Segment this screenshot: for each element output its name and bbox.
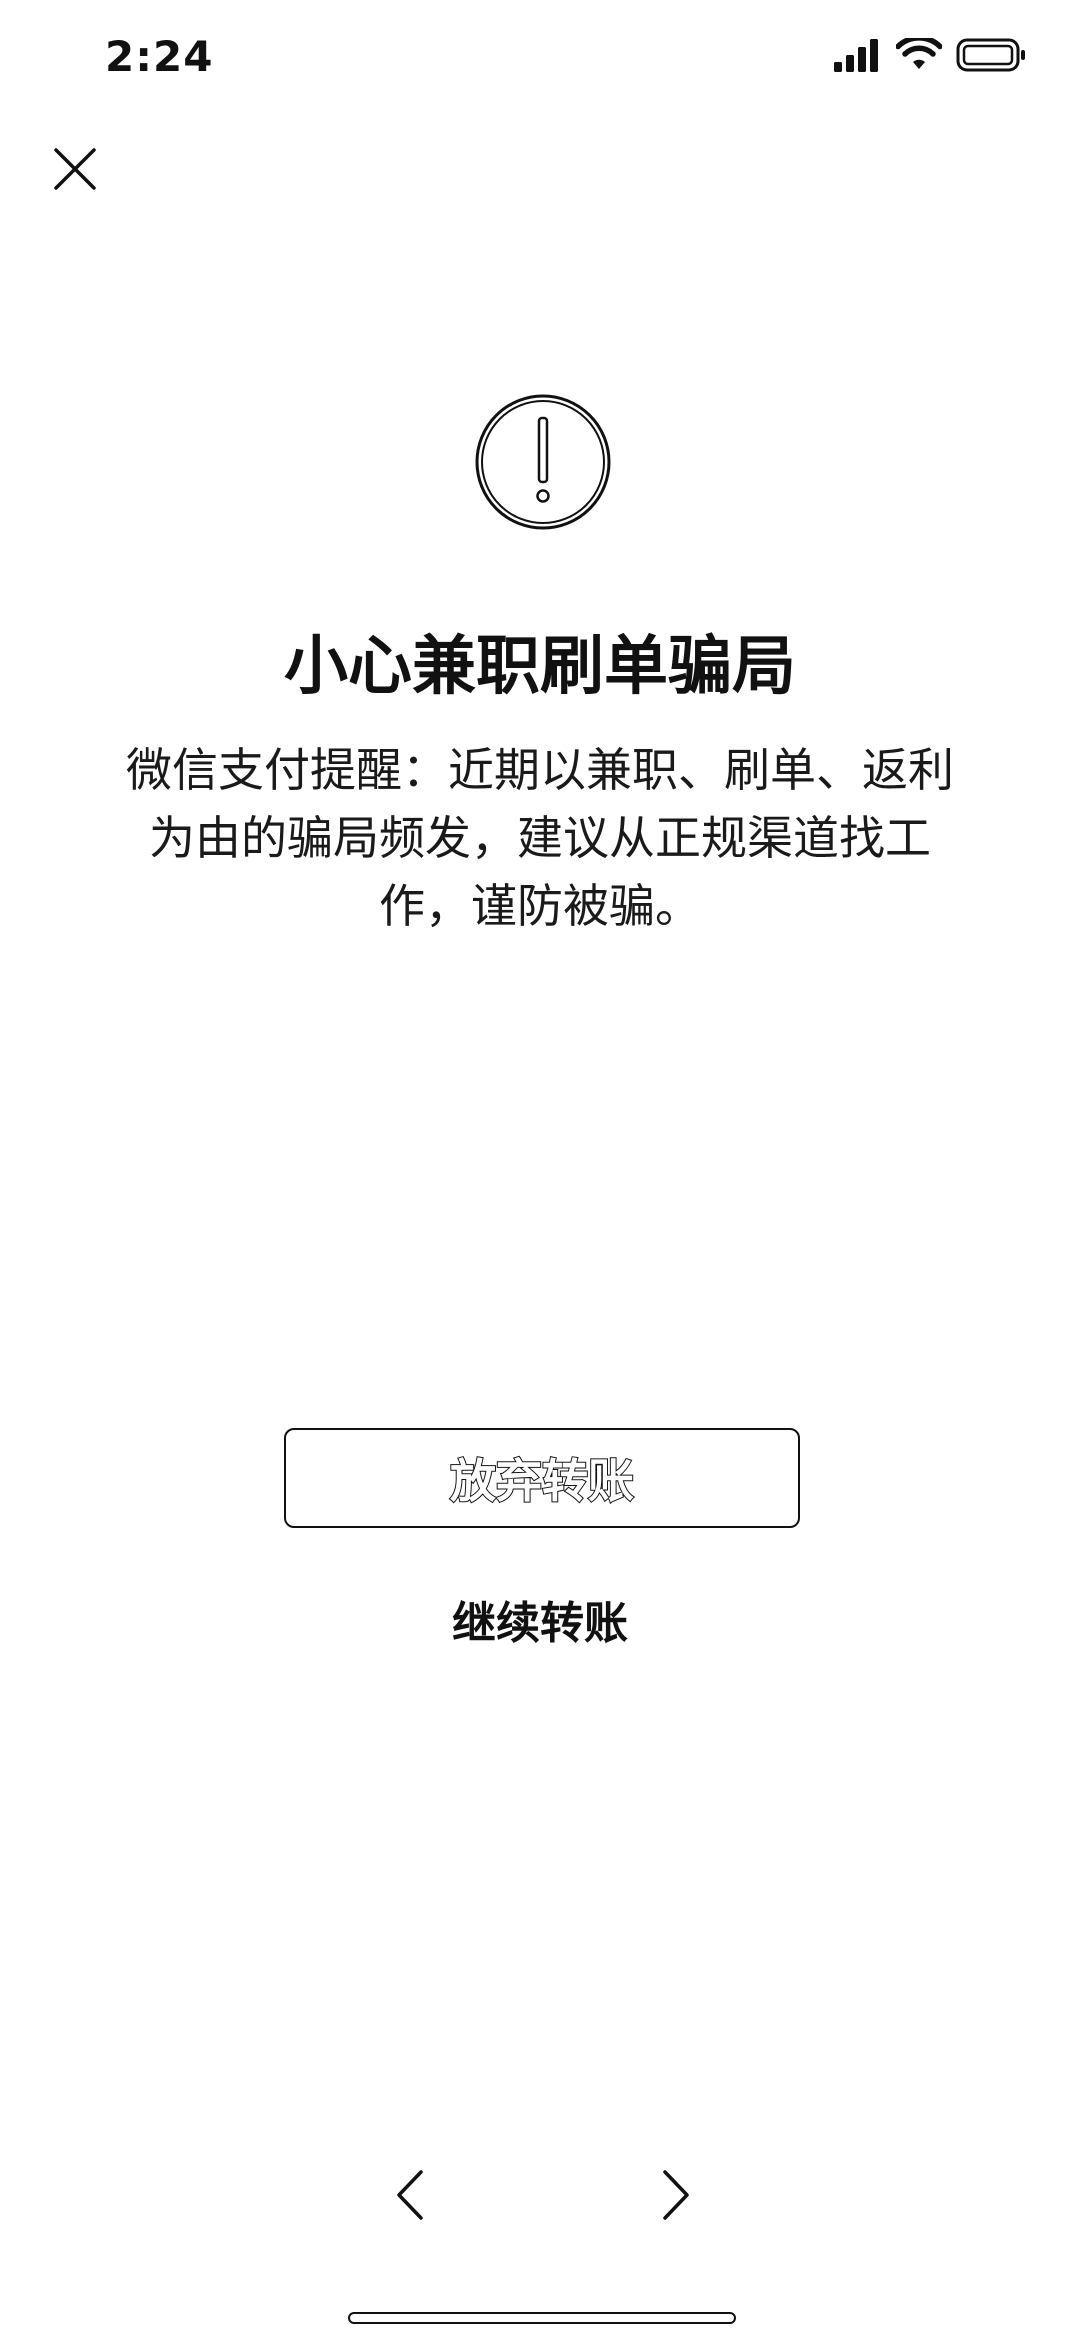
status-icons xyxy=(832,35,1028,76)
home-indicator[interactable] xyxy=(348,2312,736,2324)
cancel-transfer-button[interactable]: 放弃转账 xyxy=(284,1428,800,1528)
forward-button[interactable] xyxy=(646,2162,706,2232)
status-time: 2:24 xyxy=(105,32,214,81)
warning-message: 微信支付提醒：近期以兼职、刷单、返利 为由的骗局频发，建议从正规渠道找工 作，谨… xyxy=(100,736,980,940)
message-line: 微信支付提醒：近期以兼职、刷单、返利 xyxy=(126,743,954,797)
dialog-title: 小心兼职刷单骗局 xyxy=(284,630,796,704)
message-line: 为由的骗局频发，建议从正规渠道找工 xyxy=(149,811,931,865)
message-line: 作，谨防被骗。 xyxy=(379,879,701,933)
signal-icon xyxy=(832,38,882,76)
wifi-icon xyxy=(895,35,943,76)
continue-transfer-link[interactable]: 继续转账 xyxy=(0,1594,1080,1654)
chevron-right-icon xyxy=(661,2169,691,2225)
exclamation-circle-icon xyxy=(473,392,613,532)
battery-icon xyxy=(956,38,1028,76)
status-bar: 2:24 xyxy=(0,0,1080,120)
back-button[interactable] xyxy=(380,2162,440,2232)
close-icon xyxy=(52,146,98,196)
close-button[interactable] xyxy=(42,138,108,204)
chevron-left-icon xyxy=(395,2169,425,2225)
